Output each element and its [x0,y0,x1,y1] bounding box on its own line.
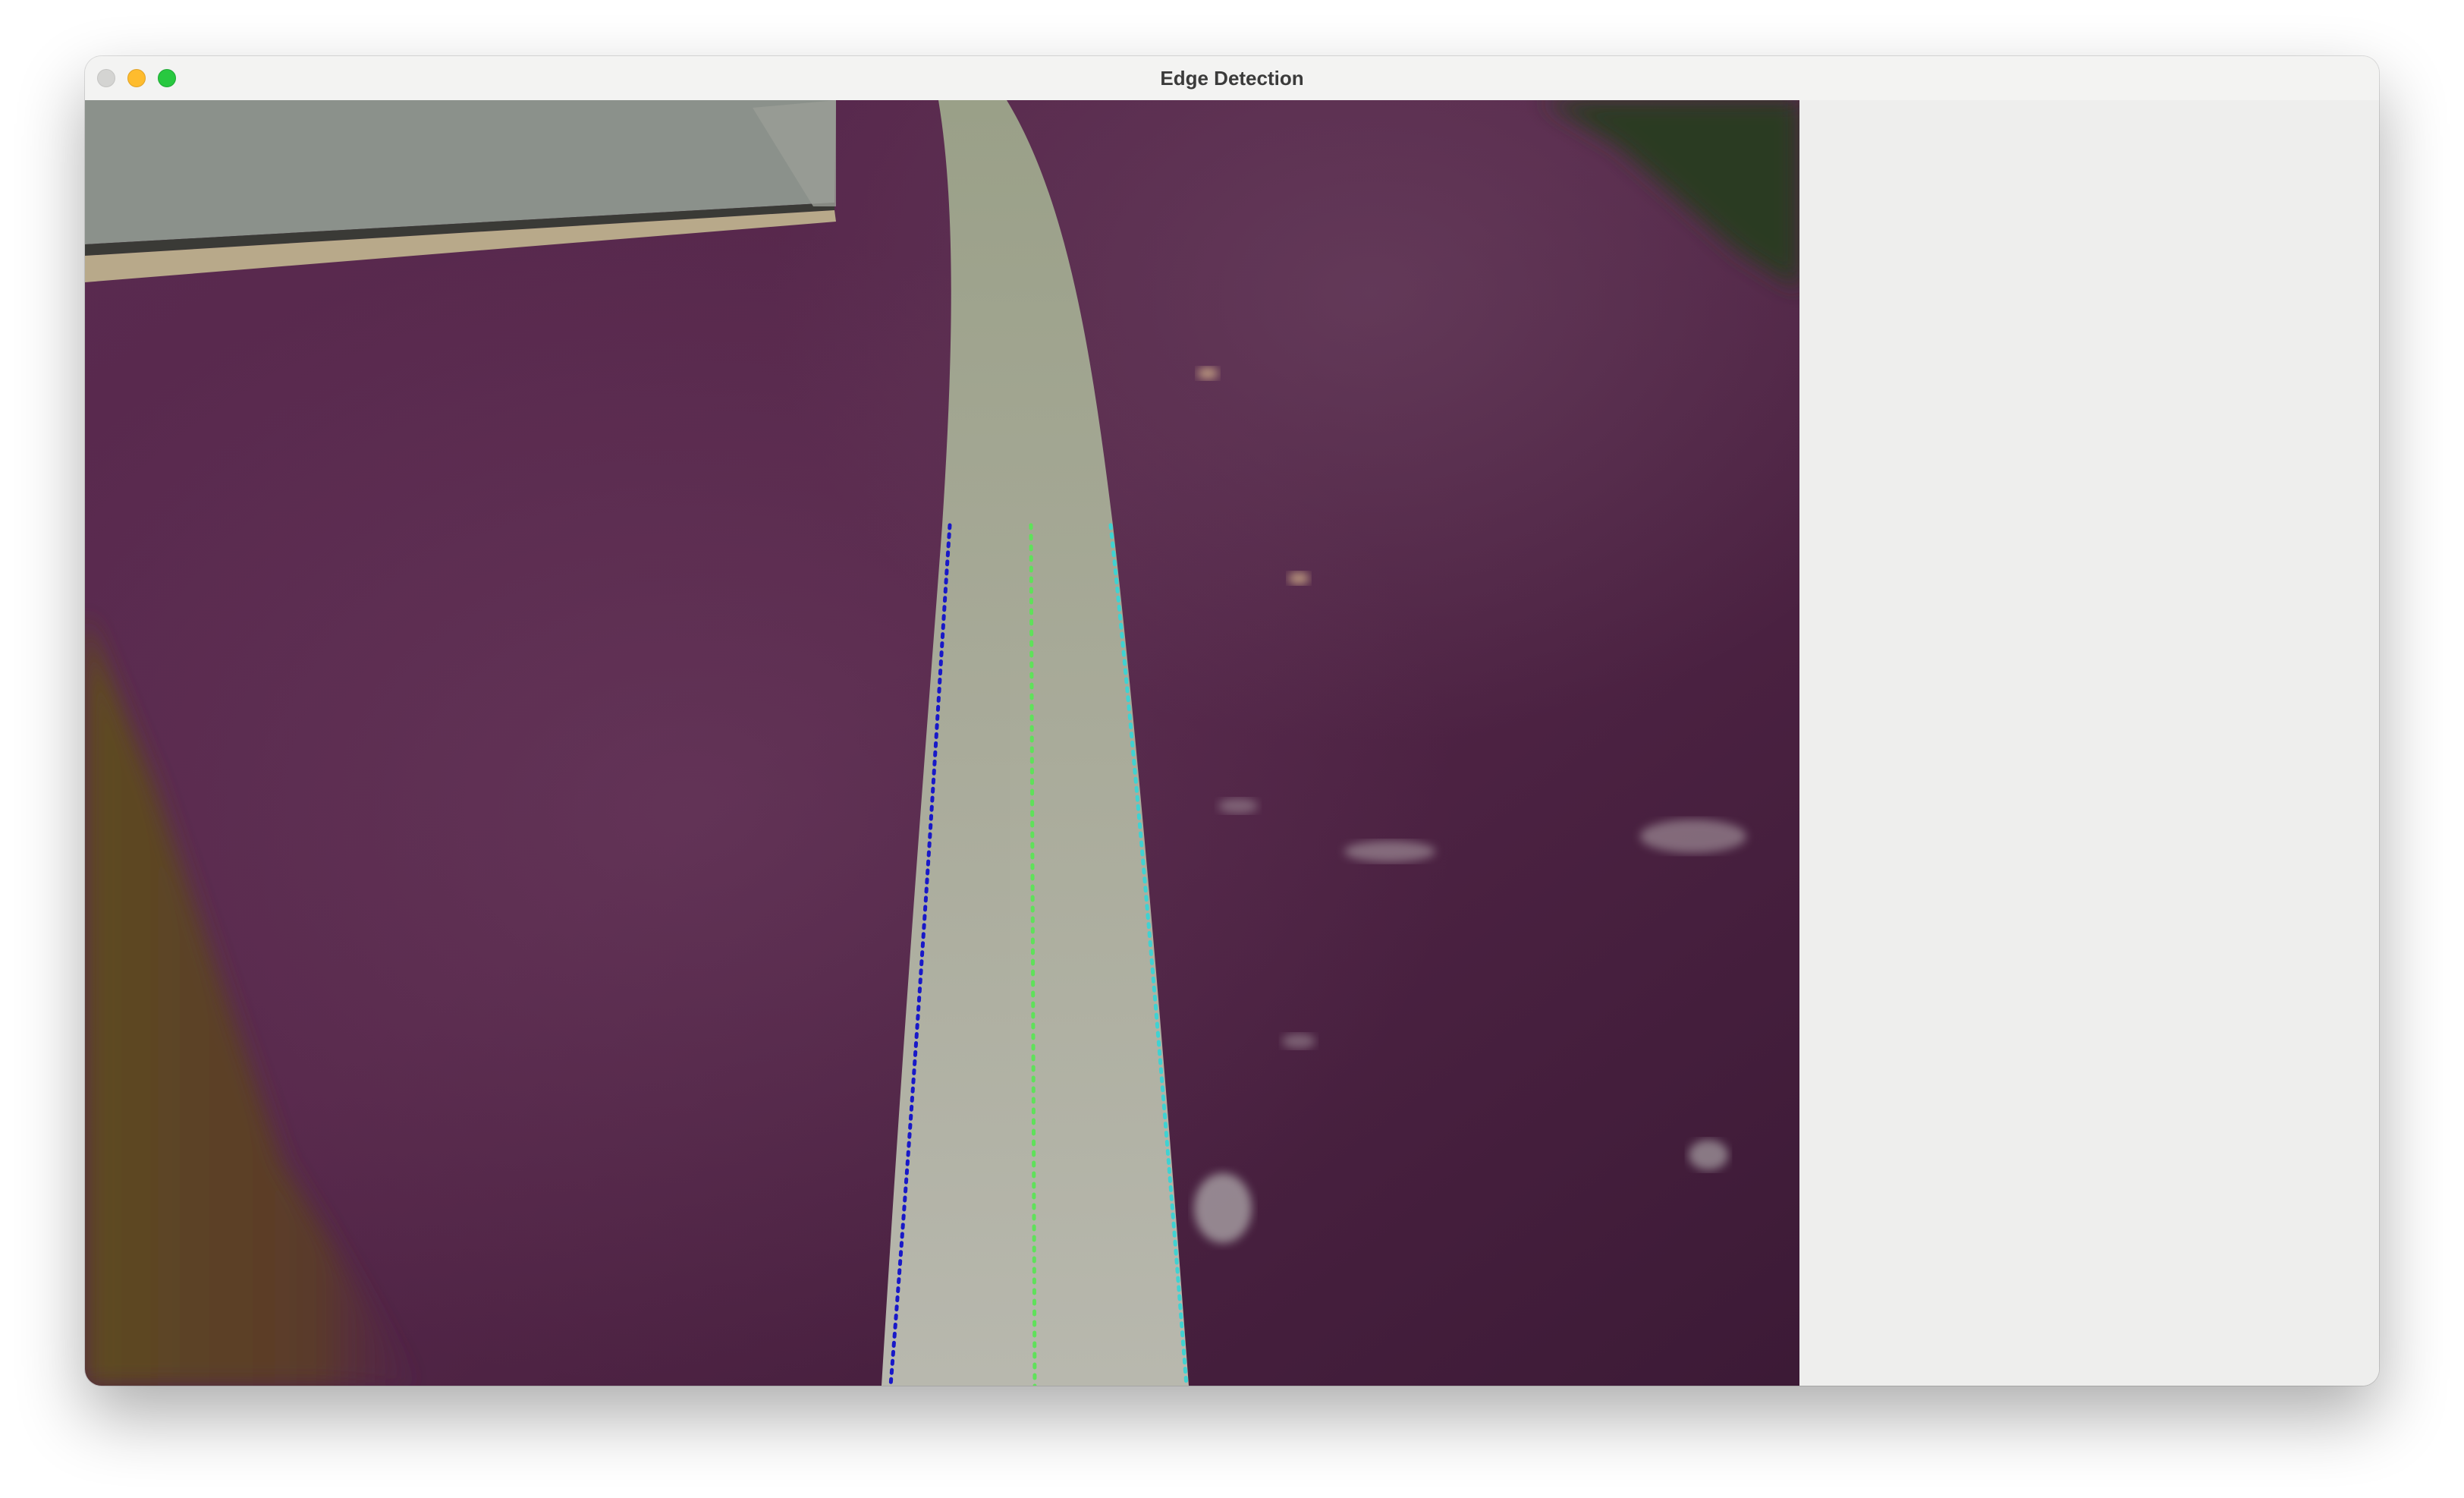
camera-view [85,100,1799,1386]
side-panel [1799,100,2379,1386]
desktop-background: Edge Detection [0,0,2464,1498]
app-window: Edge Detection [85,56,2379,1386]
window-content [85,100,2379,1386]
title-bar[interactable]: Edge Detection [85,56,2379,101]
window-title: Edge Detection [1160,67,1304,90]
